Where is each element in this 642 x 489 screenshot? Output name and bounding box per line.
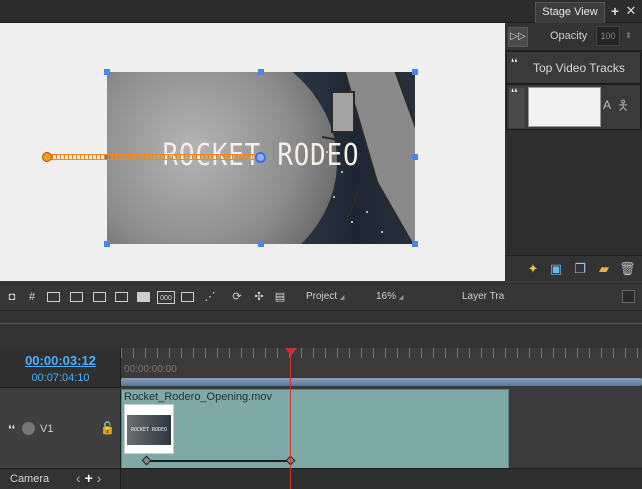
motion-path-icon[interactable]: ⋰ <box>203 291 217 304</box>
resize-handle-top[interactable] <box>258 69 264 75</box>
visibility-eye-icon[interactable]: ❛❛ <box>511 88 517 99</box>
timecode-display: 00:00:03:12 00:07:04:10 <box>0 348 121 388</box>
add-image-icon[interactable]: ▣ <box>548 261 564 277</box>
resize-handle-right[interactable] <box>412 154 418 160</box>
resize-handle-bottom-right[interactable] <box>412 241 418 247</box>
zoom-dropdown-label: 16% <box>376 291 397 302</box>
fill-icon[interactable] <box>137 292 150 302</box>
total-duration: 00:07:04:10 <box>31 372 90 384</box>
resize-handle-bottom-left[interactable] <box>104 241 110 247</box>
resize-handle-bottom[interactable] <box>258 241 264 247</box>
transform-icon[interactable]: ✣ <box>252 291 266 304</box>
opacity-label: Opacity <box>550 30 588 42</box>
panel-tab-bar: Stage View + ✕ <box>0 0 642 23</box>
keyframe-start[interactable] <box>141 455 152 466</box>
camera-nav: ‹ + › <box>76 470 101 486</box>
project-dropdown[interactable]: Project ◢ <box>306 291 345 302</box>
video-clip[interactable]: Rocket_Rodero_Opening.mov ROCKET RODEO <box>121 389 509 469</box>
track-type-label: A <box>603 98 612 112</box>
camera-track-lane[interactable] <box>121 468 642 489</box>
motion-path[interactable] <box>44 154 260 160</box>
track-header-v1: ❛❛ V1 🔓 <box>0 389 121 469</box>
chevron-right-icon[interactable]: › <box>97 470 102 486</box>
track-panel-footer: ✦ ▣ ❐ ▰ 🗑 <box>505 255 642 281</box>
opacity-spinner-icon[interactable]: ⬍ <box>625 31 632 40</box>
close-icon[interactable]: ✕ <box>624 4 638 18</box>
project-dropdown-label: Project <box>306 291 338 302</box>
title-safe-icon[interactable] <box>93 292 106 302</box>
actor-icon: 🯅 <box>617 97 630 113</box>
playhead[interactable] <box>290 348 291 489</box>
duplicate-icon[interactable]: ❐ <box>572 261 588 277</box>
visibility-eye-icon[interactable]: ❛❛ <box>8 423 15 436</box>
rotate-icon[interactable]: ⟳ <box>230 291 244 304</box>
camera-label: Camera <box>10 473 50 485</box>
chevron-down-icon: ◢ <box>398 295 404 301</box>
toolbar-checkbox[interactable] <box>622 290 635 303</box>
track-thumbnail <box>528 87 601 127</box>
ruler-ticks <box>121 348 642 358</box>
current-timecode[interactable]: 00:00:03:12 <box>0 353 121 368</box>
layers-icon[interactable]: ▤ <box>273 291 287 304</box>
add-icon[interactable]: + <box>85 470 93 486</box>
stage-toolbar: ◘ # 000 ⋰ ⟳ ✣ ▤ Project ◢ 16% ◢ Layer Tr… <box>0 283 642 309</box>
clip-thumbnail-image: ROCKET RODEO <box>127 415 171 445</box>
motion-path-end-point[interactable] <box>255 152 266 163</box>
timeline-panel: 00:00:03:12 00:07:04:10 00:00:00:00 ❛❛ V… <box>0 348 642 489</box>
record-icon[interactable] <box>22 422 35 435</box>
folder-icon[interactable]: ▰ <box>596 261 612 277</box>
track-name: Top Video Tracks <box>533 61 625 75</box>
time-ruler[interactable]: 00:00:00:00 <box>121 348 642 388</box>
resize-handle-top-left[interactable] <box>104 69 110 75</box>
panel-divider[interactable] <box>0 310 642 348</box>
add-panel-icon[interactable]: + <box>608 4 622 18</box>
add-effect-icon[interactable]: ✦ <box>525 261 541 277</box>
track-panel-header: ▷▷ Opacity 100 ⬍ <box>505 23 642 51</box>
frame-alt-icon[interactable] <box>70 292 83 302</box>
layer-transform-label: Layer Tra <box>462 291 505 302</box>
timeline-scroll-bar[interactable] <box>121 378 642 386</box>
timecode-icon[interactable]: 000 <box>157 291 175 304</box>
visibility-eye-icon[interactable]: ❛❛ <box>511 58 525 69</box>
resize-handle-top-right[interactable] <box>412 69 418 75</box>
preview-icon[interactable] <box>181 292 194 302</box>
safe-area-icon[interactable]: ◘ <box>5 291 19 304</box>
track-label: V1 <box>40 423 54 435</box>
divider-line <box>0 323 642 324</box>
clip-thumbnail: ROCKET RODEO <box>124 404 174 454</box>
chevron-down-icon: ◢ <box>339 295 345 301</box>
track-panel: ▷▷ Opacity 100 ⬍ ❛❛ Top Video Tracks ❛❛ … <box>505 23 642 281</box>
frame-icon[interactable] <box>47 292 60 302</box>
keyframe-span <box>146 460 290 462</box>
track-row-layer[interactable]: ❛❛ A 🯅 <box>506 84 641 130</box>
ruler-start-time: 00:00:00:00 <box>124 364 177 375</box>
track-row-top-video[interactable]: ❛❛ Top Video Tracks <box>506 51 641 84</box>
playhead-marker[interactable] <box>285 348 297 356</box>
expand-panel-icon[interactable]: ▷▷ <box>508 27 528 47</box>
trash-icon[interactable]: 🗑 <box>619 261 636 277</box>
action-safe-icon[interactable] <box>115 292 128 302</box>
camera-track-header: Camera ‹ + › <box>0 468 121 489</box>
opacity-input[interactable]: 100 <box>596 26 620 46</box>
tab-stage-view[interactable]: Stage View <box>535 2 605 23</box>
chevron-left-icon[interactable]: ‹ <box>76 470 81 486</box>
motion-path-start-point[interactable] <box>42 152 52 162</box>
track-lane-v1[interactable]: Rocket_Rodero_Opening.mov ROCKET RODEO <box>121 389 642 469</box>
grid-icon[interactable]: # <box>25 291 39 304</box>
stage-canvas[interactable]: ROCKET RODEO <box>0 23 505 281</box>
layer-transform-dropdown[interactable]: Layer Tra <box>462 291 504 302</box>
zoom-dropdown[interactable]: 16% ◢ <box>376 291 403 302</box>
clip-name: Rocket_Rodero_Opening.mov <box>124 391 272 403</box>
lock-icon[interactable]: 🔓 <box>100 421 115 435</box>
